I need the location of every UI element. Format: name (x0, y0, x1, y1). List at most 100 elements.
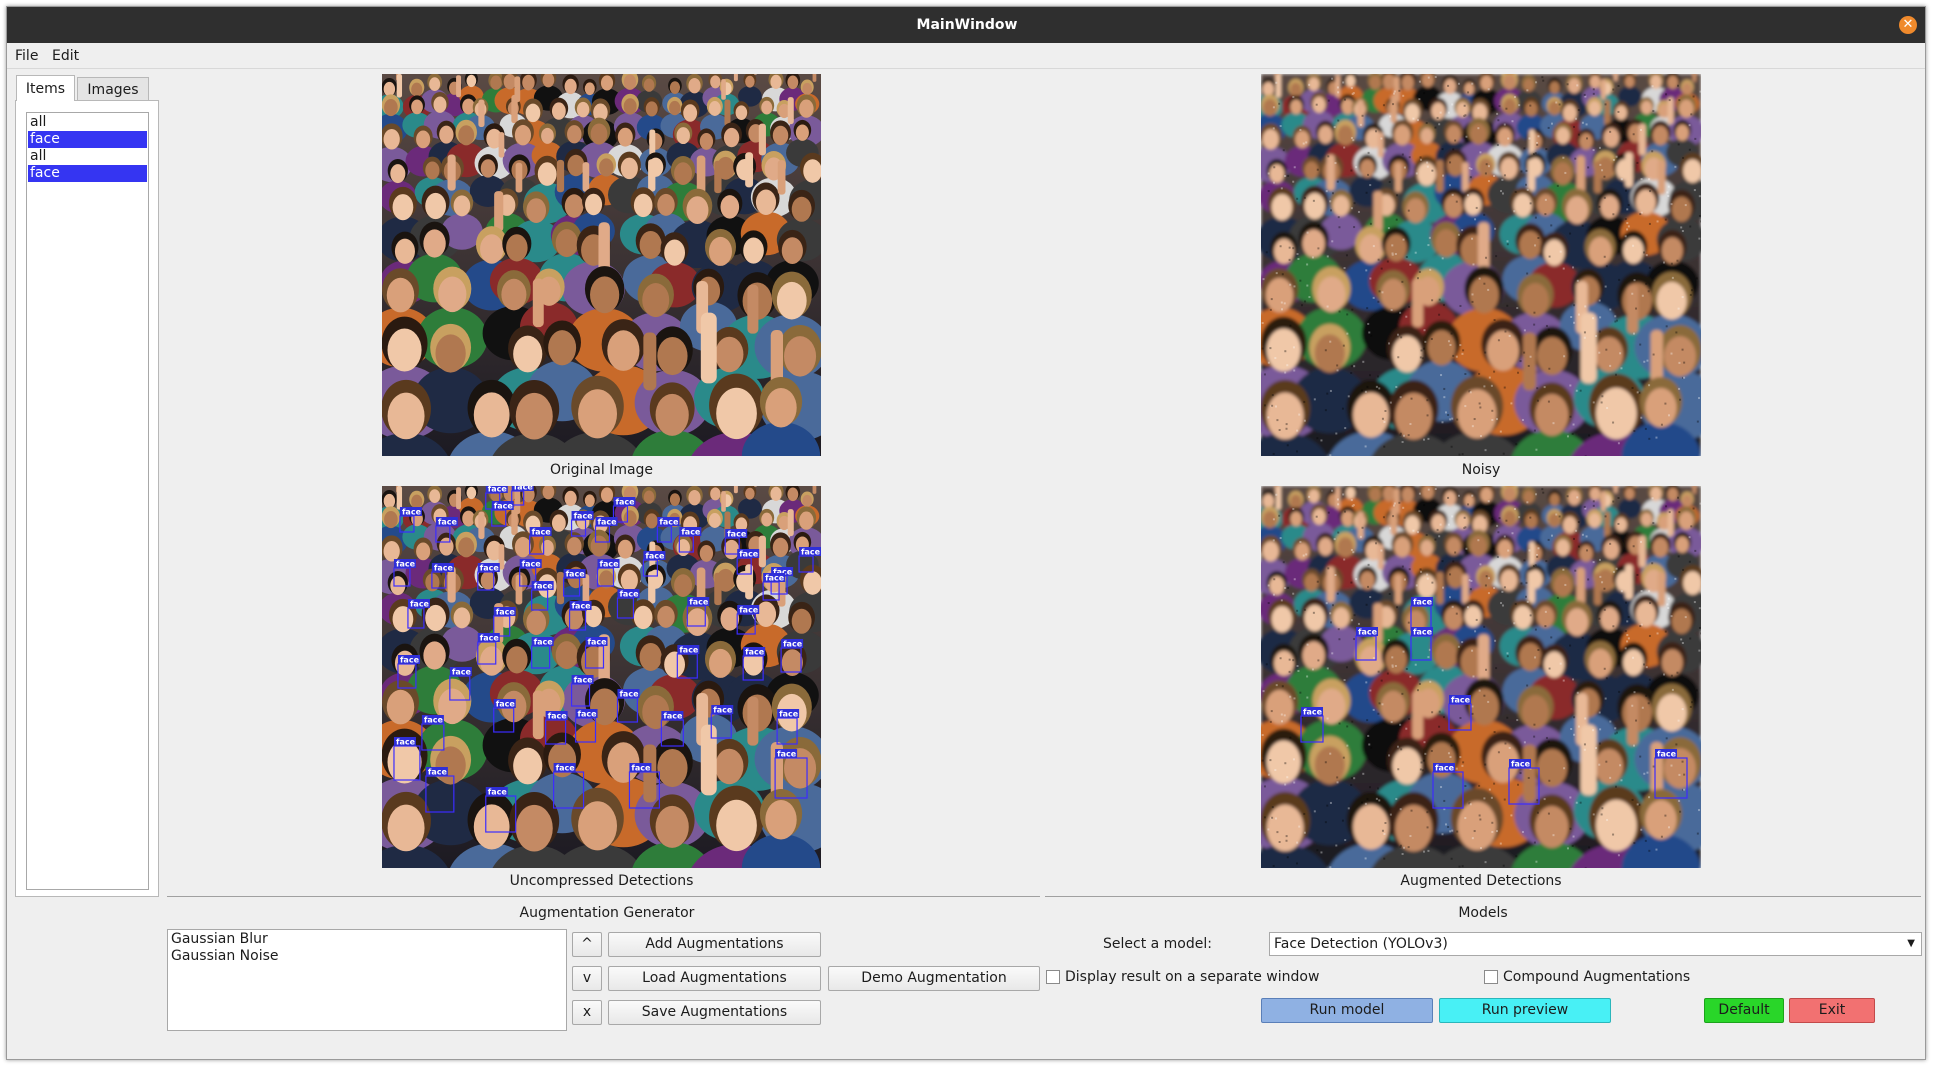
display-separate-label: Display result on a separate window (1065, 969, 1320, 985)
menu-bar: File Edit (7, 43, 1925, 69)
svg-text:face: face (1435, 764, 1455, 773)
svg-text:face: face (402, 508, 422, 517)
display-separate-checkbox[interactable] (1046, 970, 1060, 984)
svg-text:face: face (480, 634, 500, 643)
svg-text:face: face (396, 560, 416, 569)
add-augmentations-button[interactable]: Add Augmentations (608, 932, 821, 957)
menu-edit[interactable]: Edit (52, 43, 79, 69)
svg-text:face: face (663, 712, 683, 721)
svg-text:face: face (514, 486, 534, 492)
run-model-button[interactable]: Run model (1261, 998, 1433, 1023)
save-augmentations-button[interactable]: Save Augmentations (608, 1000, 821, 1025)
svg-text:face: face (434, 564, 454, 573)
augmentation-divider (167, 896, 1040, 897)
svg-text:face: face (1413, 628, 1433, 637)
svg-text:face: face (534, 638, 554, 647)
svg-text:face: face (739, 606, 759, 615)
augmented-detections-caption: Augmented Detections (1400, 873, 1562, 889)
svg-text:face: face (396, 738, 416, 747)
svg-text:face: face (615, 498, 635, 507)
close-icon[interactable]: ✕ (1899, 16, 1917, 34)
svg-text:face: face (566, 570, 586, 579)
augmented-detections-image: face face face face face face face face (1261, 486, 1701, 868)
load-augmentations-button[interactable]: Load Augmentations (608, 966, 821, 991)
svg-text:face: face (400, 656, 420, 665)
run-preview-button[interactable]: Run preview (1439, 998, 1611, 1023)
svg-text:face: face (574, 512, 594, 521)
svg-text:face: face (410, 600, 430, 609)
svg-text:face: face (745, 648, 765, 657)
list-item[interactable]: face (28, 131, 147, 148)
svg-text:face: face (548, 712, 568, 721)
svg-text:face: face (522, 560, 542, 569)
original-image-caption: Original Image (549, 462, 654, 478)
svg-text:face: face (783, 640, 803, 649)
svg-text:face: face (1657, 750, 1677, 759)
items-list[interactable]: all face all face (26, 112, 149, 890)
tab-images[interactable]: Images (77, 77, 149, 101)
svg-text:face: face (765, 574, 785, 583)
move-up-button[interactable]: ^ (572, 932, 602, 957)
move-down-button[interactable]: v (572, 966, 602, 991)
remove-augmentation-button[interactable]: x (572, 1000, 602, 1025)
svg-text:face: face (496, 608, 516, 617)
list-item[interactable]: all (28, 114, 147, 131)
svg-text:face: face (424, 716, 444, 725)
menu-file[interactable]: File (15, 43, 38, 69)
svg-text:face: face (779, 710, 799, 719)
svg-text:face: face (574, 676, 594, 685)
models-divider (1045, 896, 1921, 897)
list-item[interactable]: all (28, 148, 147, 165)
svg-text:face: face (739, 550, 759, 559)
svg-text:face: face (689, 598, 709, 607)
svg-text:face: face (480, 564, 500, 573)
main-window: MainWindow ✕ File Edit Items Images all … (6, 6, 1926, 1060)
noisy-image (1261, 74, 1701, 456)
compound-augmentations-checkbox[interactable] (1484, 970, 1498, 984)
original-image (382, 74, 821, 456)
title-bar: MainWindow ✕ (7, 7, 1925, 43)
svg-text:face: face (532, 528, 552, 537)
svg-text:face: face (1511, 760, 1531, 769)
svg-text:face: face (588, 638, 608, 647)
list-item[interactable]: Gaussian Blur (171, 931, 268, 948)
svg-text:face: face (659, 518, 679, 527)
svg-text:face: face (572, 602, 592, 611)
uncompressed-detections-caption: Uncompressed Detections (509, 873, 694, 889)
augmentation-list[interactable]: Gaussian Blur Gaussian Noise (167, 929, 567, 1031)
window-title: MainWindow (916, 17, 1018, 33)
svg-text:face: face (801, 548, 821, 557)
model-select-value: Face Detection (YOLOv3) (1274, 936, 1448, 952)
noisy-image-caption: Noisy (1461, 462, 1501, 478)
svg-text:face: face (452, 668, 472, 677)
svg-text:face: face (619, 590, 639, 599)
svg-text:face: face (534, 582, 554, 591)
svg-text:face: face (496, 700, 516, 709)
svg-text:face: face (1358, 628, 1378, 637)
svg-text:face: face (598, 518, 618, 527)
demo-augmentation-button[interactable]: Demo Augmentation (828, 966, 1040, 991)
svg-text:face: face (1413, 598, 1433, 607)
svg-text:face: face (578, 710, 598, 719)
tab-items[interactable]: Items (16, 75, 75, 101)
svg-text:face: face (556, 764, 576, 773)
list-item[interactable]: face (28, 165, 147, 182)
exit-button[interactable]: Exit (1789, 998, 1875, 1023)
model-select[interactable]: Face Detection (YOLOv3) ▼ (1269, 932, 1922, 956)
svg-text:face: face (1303, 708, 1323, 717)
list-item[interactable]: Gaussian Noise (171, 948, 279, 965)
svg-text:face: face (681, 528, 701, 537)
compound-augmentations-label: Compound Augmentations (1503, 969, 1691, 985)
svg-text:face: face (679, 646, 699, 655)
svg-text:face: face (428, 768, 448, 777)
svg-text:face: face (488, 486, 508, 494)
svg-text:face: face (727, 530, 747, 539)
augmentation-generator-title: Augmentation Generator (519, 905, 695, 921)
svg-text:face: face (1451, 696, 1471, 705)
svg-text:face: face (494, 502, 514, 511)
svg-text:face: face (600, 560, 620, 569)
svg-text:face: face (438, 518, 458, 527)
svg-text:face: face (713, 706, 733, 715)
default-button[interactable]: Default (1704, 998, 1784, 1023)
uncompressed-detections-image: face face face face face face face face face face… (382, 486, 821, 868)
